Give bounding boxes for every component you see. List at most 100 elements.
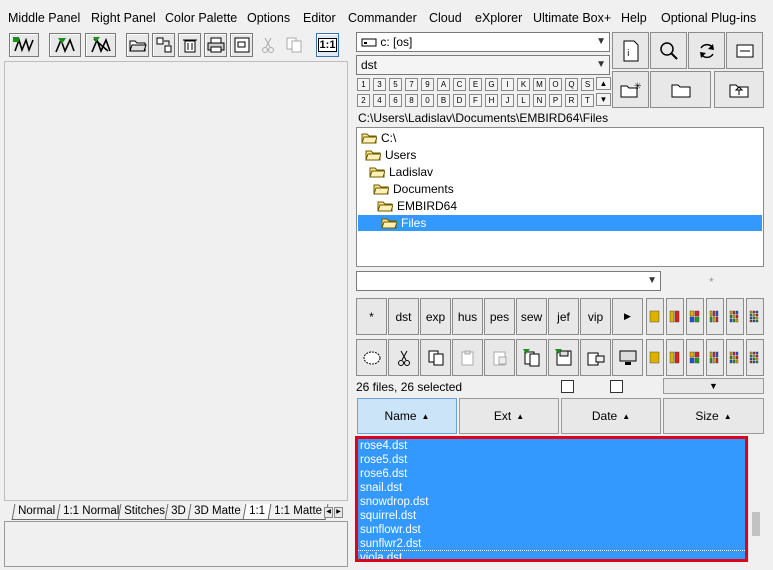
letter-scroll-down-icon[interactable]: ▼ <box>596 93 611 106</box>
file-row[interactable]: snowdrop.dst <box>358 495 745 509</box>
grid-layout-button[interactable] <box>686 298 704 335</box>
tree-item-embird64[interactable]: EMBIRD64 <box>377 198 457 214</box>
menu-cloud[interactable]: Cloud <box>429 11 462 25</box>
menu-middle-panel[interactable]: Middle Panel <box>8 11 80 25</box>
zoom-1to1-button[interactable]: 1:1 <box>316 33 339 57</box>
ext-hus-button[interactable]: hus <box>452 298 483 335</box>
ext-more-button[interactable]: ▶ <box>612 298 643 335</box>
letter-filter-K[interactable]: K <box>517 78 530 91</box>
drive-combo[interactable]: c: [os] ▼ <box>356 32 610 52</box>
copy-files-button[interactable] <box>420 339 451 376</box>
letter-scroll-up-icon[interactable]: ▲ <box>596 77 611 90</box>
tab-stitches[interactable]: Stitches <box>117 504 172 520</box>
folder-button[interactable] <box>650 71 711 108</box>
convert-button[interactable] <box>580 339 611 376</box>
tabs-scroll-right-icon[interactable]: ▶ <box>334 507 343 518</box>
letter-filter-F[interactable]: F <box>469 94 482 107</box>
header-size[interactable]: Size ▲ <box>663 398 764 434</box>
letter-filter-B[interactable]: B <box>437 94 450 107</box>
save-as-button[interactable] <box>548 339 579 376</box>
grid-layout-button[interactable] <box>686 339 704 376</box>
grid-layout-button[interactable] <box>726 298 744 335</box>
ext-dst-button[interactable]: dst <box>388 298 419 335</box>
menu-right-panel[interactable]: Right Panel <box>91 11 156 25</box>
letter-filter-8[interactable]: 8 <box>405 94 418 107</box>
scrollbar-thumb[interactable] <box>752 512 760 536</box>
letter-filter-7[interactable]: 7 <box>405 78 418 91</box>
letter-filter-S[interactable]: S <box>581 78 594 91</box>
menu-options[interactable]: Options <box>247 11 290 25</box>
letter-filter-C[interactable]: C <box>453 78 466 91</box>
grid-layout-button[interactable] <box>706 339 724 376</box>
checkbox-1[interactable] <box>561 380 574 393</box>
letter-filter-O[interactable]: O <box>549 78 562 91</box>
letter-filter-9[interactable]: 9 <box>421 78 434 91</box>
file-list[interactable]: rose4.dst rose5.dst rose6.dst snail.dst … <box>355 436 748 562</box>
paste-files-button[interactable] <box>452 339 483 376</box>
letter-filter-4[interactable]: 4 <box>373 94 386 107</box>
letter-filter-L[interactable]: L <box>517 94 530 107</box>
cut-files-button[interactable] <box>388 339 419 376</box>
tree-item-documents[interactable]: Documents <box>373 181 454 197</box>
letter-filter-6[interactable]: 6 <box>389 94 402 107</box>
ext-exp-button[interactable]: exp <box>420 298 451 335</box>
letter-filter-H[interactable]: H <box>485 94 498 107</box>
stitch-view-button[interactable] <box>9 33 39 57</box>
letter-filter-N[interactable]: N <box>533 94 546 107</box>
letter-filter-J[interactable]: J <box>501 94 514 107</box>
tabs-scroll-left-icon[interactable]: ◀ <box>324 507 333 518</box>
letter-filter-G[interactable]: G <box>485 78 498 91</box>
header-date[interactable]: Date ▲ <box>561 398 661 434</box>
grid-layout-button[interactable] <box>706 298 724 335</box>
letter-filter-5[interactable]: 5 <box>389 78 402 91</box>
tree-item-files[interactable]: Files <box>358 215 762 231</box>
letter-filter-M[interactable]: M <box>533 78 546 91</box>
file-row[interactable]: rose6.dst <box>358 467 745 481</box>
ext-all-button[interactable]: * <box>356 298 387 335</box>
letter-filter-2[interactable]: 2 <box>357 94 370 107</box>
open-button[interactable] <box>126 33 149 57</box>
file-row[interactable]: rose4.dst <box>358 439 745 453</box>
design-canvas[interactable] <box>4 61 348 501</box>
letter-filter-1[interactable]: 1 <box>357 78 370 91</box>
menu-color-palette[interactable]: Color Palette <box>165 11 237 25</box>
menu-explorer[interactable]: eXplorer <box>475 11 522 25</box>
grid-layout-button[interactable] <box>646 298 664 335</box>
header-name[interactable]: Name ▲ <box>357 398 457 434</box>
tab-3d-matte[interactable]: 3D Matte <box>187 504 248 520</box>
letter-filter-A[interactable]: A <box>437 78 450 91</box>
menu-optional-plugins[interactable]: Optional Plug-ins <box>661 11 756 25</box>
file-row[interactable]: rose5.dst <box>358 453 745 467</box>
grid-layout-button[interactable] <box>746 298 764 335</box>
letter-filter-P[interactable]: P <box>549 94 562 107</box>
letter-filter-3[interactable]: 3 <box>373 78 386 91</box>
paste-special-button[interactable] <box>484 339 515 376</box>
grid-layout-button[interactable] <box>746 339 764 376</box>
letter-filter-Q[interactable]: Q <box>565 78 578 91</box>
copy-to-button[interactable] <box>516 339 547 376</box>
file-row[interactable]: viola.dst <box>358 551 745 559</box>
tree-item-users[interactable]: Users <box>365 147 416 163</box>
grid-layout-button[interactable] <box>726 339 744 376</box>
letter-filter-D[interactable]: D <box>453 94 466 107</box>
mask-combo[interactable]: ▼ <box>356 271 661 291</box>
header-ext[interactable]: Ext ▲ <box>459 398 559 434</box>
stitch-edit-button[interactable] <box>49 33 81 57</box>
ext-jef-button[interactable]: jef <box>548 298 579 335</box>
letter-filter-E[interactable]: E <box>469 78 482 91</box>
letter-filter-T[interactable]: T <box>581 94 594 107</box>
file-row[interactable]: sunflowr.dst <box>358 523 745 537</box>
lasso-select-button[interactable] <box>356 339 387 376</box>
menu-ultimate-box[interactable]: Ultimate Box+ <box>533 11 611 25</box>
folder-tree[interactable]: C:\ Users Ladislav Documents EMBIRD64 Fi… <box>356 127 764 267</box>
menu-help[interactable]: Help <box>621 11 647 25</box>
grid-layout-button[interactable] <box>646 339 664 376</box>
file-info-button[interactable]: i <box>612 32 649 69</box>
checkbox-2[interactable] <box>610 380 623 393</box>
letter-filter-I[interactable]: I <box>501 78 514 91</box>
copy-button[interactable] <box>284 33 304 57</box>
window-button[interactable] <box>726 32 763 69</box>
tree-item-ladislav[interactable]: Ladislav <box>369 164 433 180</box>
file-row[interactable]: squirrel.dst <box>358 509 745 523</box>
filter-combo[interactable]: dst ▼ <box>356 55 610 75</box>
